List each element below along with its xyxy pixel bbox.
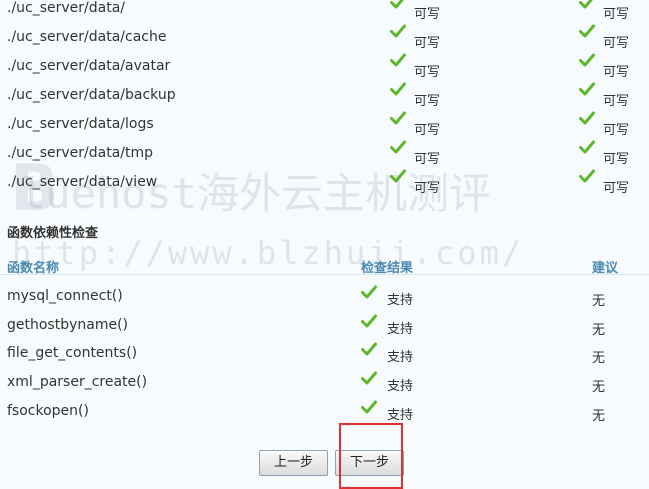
check-icon xyxy=(390,82,406,96)
check-icon xyxy=(390,24,406,38)
required-status-text: 可写 xyxy=(414,36,441,51)
function-result-text: 支持 xyxy=(387,408,414,423)
function-name: file_get_contents() xyxy=(7,345,138,361)
check-icon xyxy=(390,0,404,9)
directory-row: ./uc_server/data/ 可写 可写 xyxy=(0,0,649,25)
directory-row: ./uc_server/data/backup 可写 可写 xyxy=(0,82,649,112)
function-advice: 无 xyxy=(592,323,606,338)
check-icon xyxy=(390,140,406,154)
function-row: gethostbyname() 支持 无 xyxy=(0,310,649,339)
check-icon xyxy=(361,314,377,328)
directory-path: ./uc_server/data/backup xyxy=(7,87,176,103)
function-name: gethostbyname() xyxy=(7,317,129,333)
check-icon xyxy=(361,371,377,385)
check-icon xyxy=(579,169,595,183)
function-advice: 无 xyxy=(592,351,606,366)
directory-path: ./uc_server/data/avatar xyxy=(7,58,171,74)
check-icon xyxy=(579,82,595,96)
function-row: xml_parser_create() 支持 无 xyxy=(0,367,649,396)
directory-row: ./uc_server/data/logs 可写 可写 xyxy=(0,111,649,141)
current-status-text: 可写 xyxy=(603,65,630,80)
directory-path: ./uc_server/data/logs xyxy=(7,116,154,132)
check-icon xyxy=(579,111,595,125)
directory-path: ./uc_server/data/cache xyxy=(7,29,167,45)
directory-path: ./uc_server/data/view xyxy=(7,174,158,190)
current-status-text: 可写 xyxy=(603,123,630,138)
function-result-text: 支持 xyxy=(387,350,414,365)
function-row: fsockopen() 支持 无 xyxy=(0,396,649,425)
directory-row: ./uc_server/data/view 可写 可写 xyxy=(0,169,649,199)
function-row: mysql_connect() 支持 无 xyxy=(0,281,649,310)
check-icon xyxy=(579,53,595,67)
check-icon xyxy=(579,140,595,154)
required-status-text: 可写 xyxy=(414,181,441,196)
function-result-text: 支持 xyxy=(387,322,414,337)
directory-path: ./uc_server/data/tmp xyxy=(7,145,154,161)
check-icon xyxy=(361,285,377,299)
function-row: file_get_contents() 支持 无 xyxy=(0,338,649,367)
next-step-button[interactable]: 下一步 xyxy=(335,450,404,476)
current-status-text: 可写 xyxy=(603,36,630,51)
check-icon xyxy=(390,111,406,125)
current-status-text: 可写 xyxy=(603,94,630,109)
check-icon xyxy=(390,53,406,67)
check-icon xyxy=(579,24,595,38)
check-icon xyxy=(579,0,593,9)
check-icon xyxy=(361,342,377,356)
section-title: 函数依赖性检查 xyxy=(7,226,99,241)
required-status-text: 可写 xyxy=(414,7,441,22)
directory-row: ./uc_server/data/cache 可写 可写 xyxy=(0,24,649,54)
prev-step-button[interactable]: 上一步 xyxy=(259,450,328,476)
function-name: fsockopen() xyxy=(7,403,89,419)
function-advice: 无 xyxy=(592,294,606,309)
function-result-text: 支持 xyxy=(387,379,414,394)
check-icon xyxy=(390,169,406,183)
function-name: xml_parser_create() xyxy=(7,374,148,390)
required-status-text: 可写 xyxy=(414,152,441,167)
required-status-text: 可写 xyxy=(414,65,441,80)
directory-path: ./uc_server/data/ xyxy=(7,0,126,16)
required-status-text: 可写 xyxy=(414,94,441,109)
directory-row: ./uc_server/data/tmp 可写 可写 xyxy=(0,140,649,170)
function-name: mysql_connect() xyxy=(7,288,123,304)
required-status-text: 可写 xyxy=(414,123,441,138)
function-result-text: 支持 xyxy=(387,293,414,308)
function-advice: 无 xyxy=(592,380,606,395)
current-status-text: 可写 xyxy=(603,181,630,196)
check-icon xyxy=(361,400,377,414)
current-status-text: 可写 xyxy=(603,7,630,22)
current-status-text: 可写 xyxy=(603,152,630,167)
function-advice: 无 xyxy=(592,409,606,424)
header-divider xyxy=(0,274,649,275)
directory-row: ./uc_server/data/avatar 可写 可写 xyxy=(0,53,649,83)
